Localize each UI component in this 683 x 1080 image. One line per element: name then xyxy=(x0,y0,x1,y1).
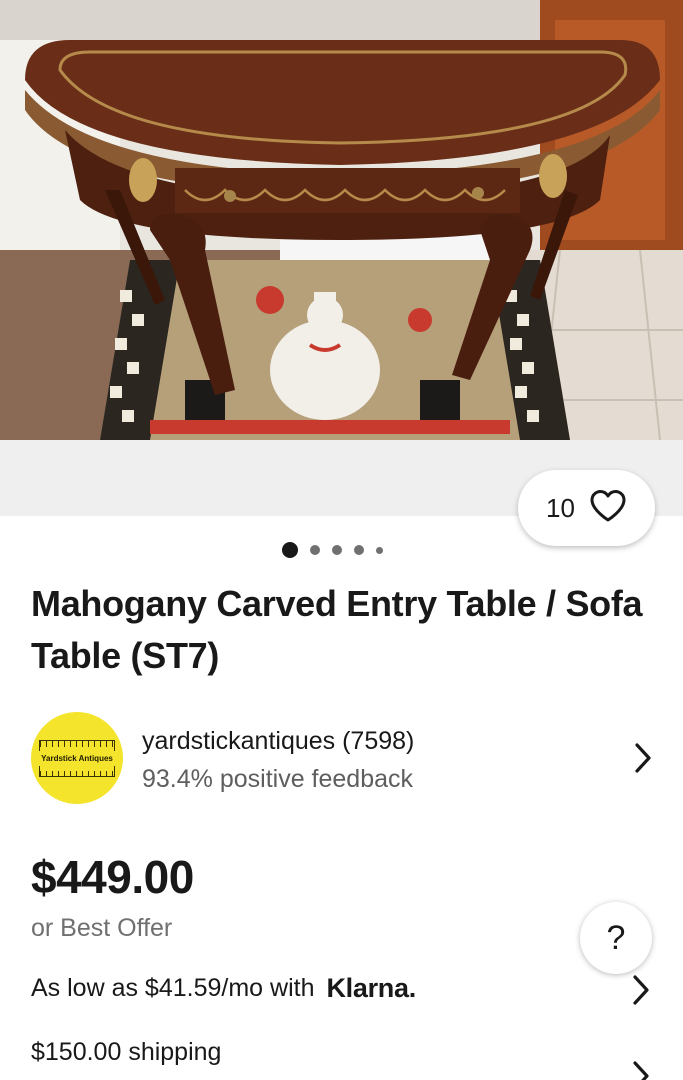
seller-feedback: 93.4% positive feedback xyxy=(142,765,414,793)
ruler-icon xyxy=(39,765,115,777)
listing-photo[interactable] xyxy=(0,0,683,440)
help-icon: ? xyxy=(606,918,626,957)
heart-icon xyxy=(589,489,627,528)
installment-text: As low as $41.59/mo with xyxy=(31,973,315,1002)
chevron-right-icon xyxy=(633,742,653,779)
carousel-dots xyxy=(282,541,383,559)
shipping-cost: $150.00 shipping xyxy=(31,1038,222,1066)
carousel-dot[interactable] xyxy=(332,545,342,555)
best-offer-label: or Best Offer xyxy=(31,914,173,942)
carousel-dot[interactable] xyxy=(310,545,320,555)
klarna-financing-row[interactable]: As low as $41.59/mo with Klarna. xyxy=(31,968,661,1008)
watch-count: 10 xyxy=(546,492,575,523)
carousel-dot[interactable] xyxy=(282,542,298,558)
watch-button[interactable]: 10 xyxy=(518,470,655,546)
item-listing-page: 10 Mahogany Carved Entry Table / Sofa Ta… xyxy=(0,0,683,1080)
seller-logo-text: Yardstick Antiques xyxy=(41,753,113,763)
shipping-row[interactable]: $150.00 shipping xyxy=(31,1038,661,1080)
ruler-icon xyxy=(39,739,115,751)
seller-name: yardstickantiques (7598) xyxy=(142,727,415,755)
table-photo-illustration xyxy=(0,0,683,440)
item-price: $449.00 xyxy=(31,851,194,903)
klarna-logo: Klarna. xyxy=(326,972,416,1003)
listing-title: Mahogany Carved Entry Table / Sofa Table… xyxy=(31,583,643,676)
chevron-right-icon xyxy=(631,974,651,1011)
carousel-dot[interactable] xyxy=(376,546,383,554)
help-button[interactable]: ? xyxy=(580,902,652,974)
seller-avatar: Yardstick Antiques xyxy=(31,712,123,804)
carousel-dot[interactable] xyxy=(354,545,364,555)
chevron-right-icon xyxy=(631,1060,651,1080)
seller-info-row[interactable]: Yardstick Antiques yardstickantiques (75… xyxy=(31,712,661,804)
